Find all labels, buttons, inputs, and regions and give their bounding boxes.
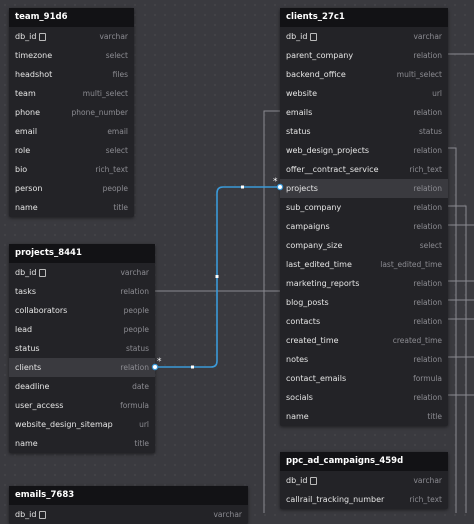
- relation-endpoints: * *: [151, 177, 284, 371]
- endpoint-clients-projects: [276, 183, 284, 191]
- cardinality-marker: *: [273, 177, 278, 187]
- cardinality-marker: *: [157, 357, 162, 367]
